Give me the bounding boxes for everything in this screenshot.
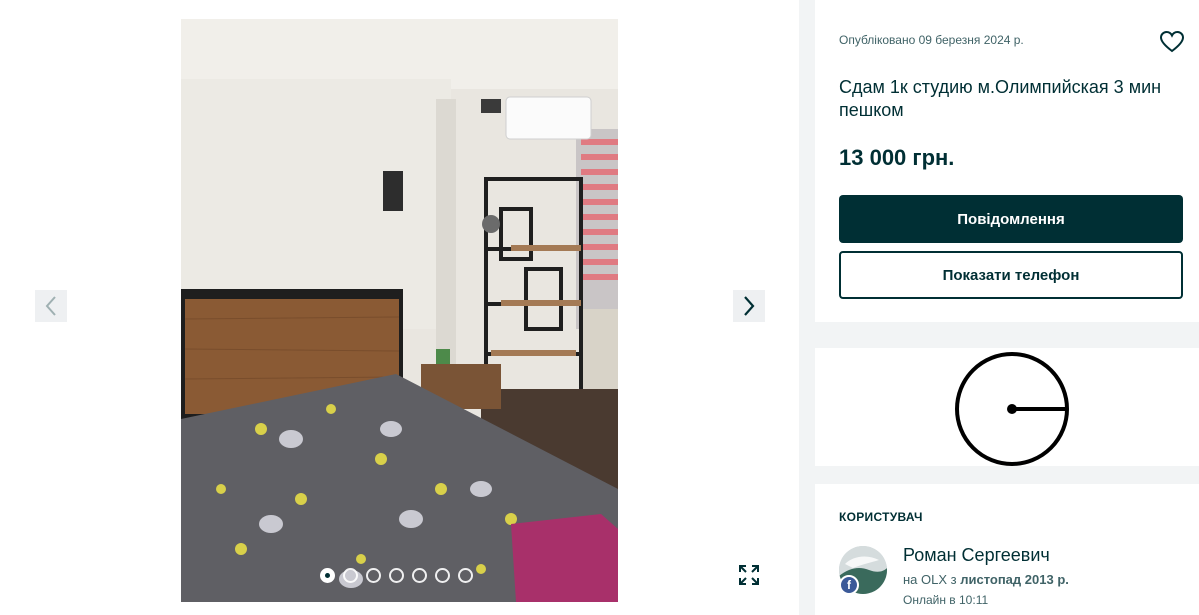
user-member-since: на OLX з листопад 2013 р. bbox=[903, 572, 1069, 587]
pagination-dot[interactable] bbox=[412, 568, 427, 583]
member-since-prefix: на OLX з bbox=[903, 572, 961, 587]
chevron-right-icon bbox=[744, 296, 755, 316]
fullscreen-button[interactable] bbox=[733, 558, 765, 592]
user-section-heading: КОРИСТУВАЧ bbox=[839, 510, 923, 524]
pagination-dot[interactable] bbox=[320, 568, 335, 583]
clock-icon bbox=[955, 352, 1069, 466]
next-photo-button[interactable] bbox=[733, 290, 765, 322]
chevron-left-icon bbox=[45, 296, 56, 316]
bedroom-photo-image bbox=[181, 19, 618, 602]
pagination-dot[interactable] bbox=[389, 568, 404, 583]
expand-icon bbox=[739, 565, 759, 585]
facebook-badge-icon: f bbox=[839, 575, 859, 595]
previous-photo-button[interactable] bbox=[35, 290, 67, 322]
photo-pagination-dots bbox=[320, 568, 473, 583]
map-card bbox=[815, 348, 1199, 466]
message-button[interactable]: Повідомлення bbox=[839, 195, 1183, 243]
listing-price: 13 000 грн. bbox=[839, 145, 955, 170]
pagination-dot[interactable] bbox=[458, 568, 473, 583]
pagination-dot[interactable] bbox=[366, 568, 381, 583]
heart-icon bbox=[1159, 30, 1185, 53]
offer-card: Опубліковано 09 березня 2024 р. Сдам 1к … bbox=[815, 0, 1199, 322]
favorite-button[interactable] bbox=[1158, 28, 1186, 56]
user-name[interactable]: Роман Сергеевич bbox=[903, 545, 1050, 566]
member-since-date: листопад 2013 р. bbox=[960, 572, 1069, 587]
user-card: КОРИСТУВАЧ f Роман Сергеевич на OLX з ли… bbox=[815, 484, 1199, 615]
listing-photo[interactable] bbox=[181, 19, 618, 602]
show-phone-button[interactable]: Показати телефон bbox=[839, 251, 1183, 299]
published-date: Опубліковано 09 березня 2024 р. bbox=[839, 33, 1024, 47]
pagination-dot[interactable] bbox=[343, 568, 358, 583]
pagination-dot[interactable] bbox=[435, 568, 450, 583]
photo-gallery bbox=[0, 0, 799, 615]
listing-title: Сдам 1к студию м.Олимпийская 3 мин пешко… bbox=[839, 77, 1162, 120]
user-last-online: Онлайн в 10:11 bbox=[903, 593, 989, 607]
